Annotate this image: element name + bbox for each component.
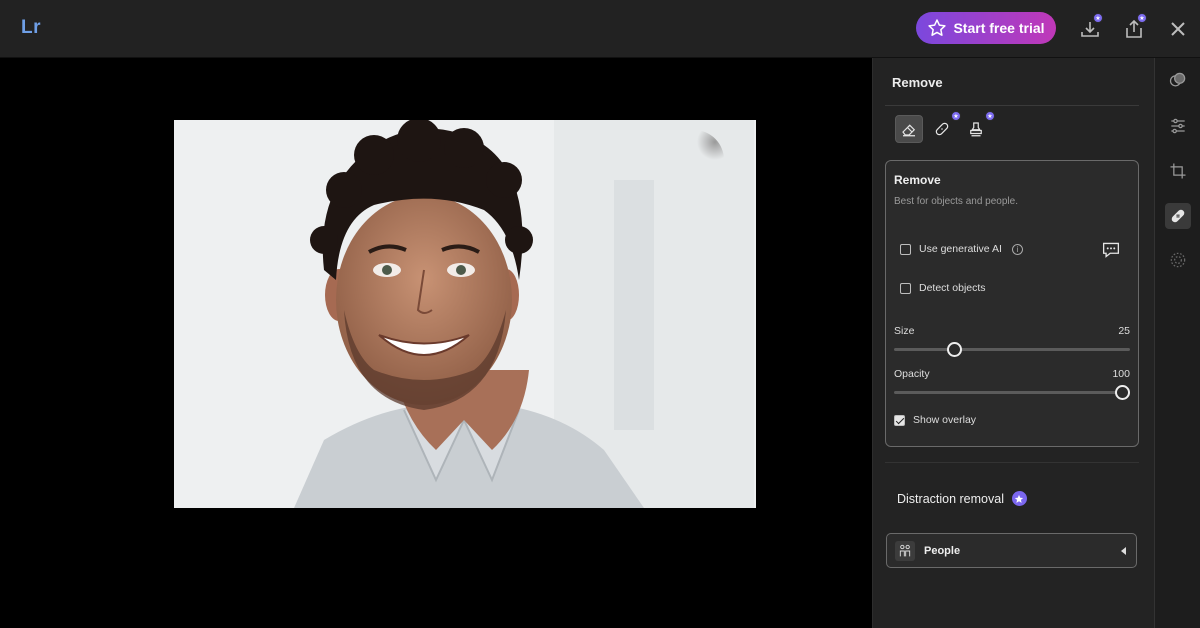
- presets-icon: [1169, 72, 1186, 87]
- opacity-slider-track[interactable]: [894, 391, 1130, 394]
- eraser-icon: [902, 124, 916, 137]
- edit-button[interactable]: [1165, 113, 1191, 139]
- detect-objects-row: Detect objects: [900, 282, 986, 294]
- card-description: Best for objects and people.: [894, 196, 1018, 207]
- size-value: 25: [1118, 325, 1130, 337]
- lightroom-logo: Lr: [21, 17, 41, 38]
- opacity-value: 100: [1112, 368, 1130, 380]
- show-overlay-checkbox[interactable]: [894, 414, 905, 426]
- remove-panel: Remove ★ ★ Remove Best for objects and p…: [872, 58, 1154, 628]
- show-overlay-row: Show overlay: [894, 414, 976, 426]
- star-icon: [928, 19, 947, 36]
- start-free-trial-label: Start free trial: [953, 20, 1045, 36]
- premium-star-icon: [1011, 491, 1027, 506]
- portrait-image: [174, 120, 756, 508]
- remove-options-card: Remove Best for objects and people. Use …: [885, 160, 1139, 447]
- share-button[interactable]: ★: [1122, 13, 1147, 41]
- expand-caret-icon[interactable]: [1121, 547, 1126, 555]
- people-removal-row[interactable]: People: [886, 533, 1137, 568]
- divider: [885, 462, 1139, 463]
- remove-button[interactable]: [1165, 203, 1191, 229]
- show-overlay-label: Show overlay: [913, 414, 977, 426]
- size-label: Size: [894, 325, 915, 337]
- generative-ai-checkbox[interactable]: [900, 243, 911, 255]
- download-button[interactable]: ★: [1078, 13, 1103, 41]
- photo-portrait[interactable]: [174, 120, 756, 508]
- distraction-removal-header: Distraction removal: [897, 491, 1027, 506]
- stamp-icon: [970, 122, 982, 137]
- feedback-chat-icon[interactable]: [1101, 241, 1121, 259]
- close-button[interactable]: [1166, 17, 1190, 41]
- close-icon: [1171, 22, 1185, 36]
- generative-ai-row: Use generative AI i: [900, 243, 1023, 255]
- card-title: Remove: [894, 173, 941, 187]
- panel-title: Remove: [892, 75, 943, 90]
- start-free-trial-button[interactable]: Start free trial: [916, 12, 1056, 44]
- bandage-icon: [935, 122, 949, 136]
- opacity-label: Opacity: [894, 368, 930, 380]
- masking-icon: [1170, 252, 1186, 268]
- masking-button[interactable]: [1165, 247, 1191, 273]
- crop-icon: [1170, 163, 1186, 179]
- premium-badge: ★: [951, 111, 961, 121]
- opacity-slider-thumb[interactable]: [1115, 385, 1130, 400]
- people-label: People: [924, 544, 961, 557]
- detect-objects-checkbox[interactable]: [900, 282, 911, 294]
- info-icon[interactable]: i: [1011, 243, 1023, 255]
- size-slider-thumb[interactable]: [947, 342, 962, 357]
- heal-tool-button[interactable]: ★: [928, 111, 961, 143]
- people-icon: [895, 540, 915, 561]
- size-slider-track[interactable]: [894, 348, 1130, 351]
- adjust-sliders-icon: [1171, 118, 1185, 134]
- clone-tool-button[interactable]: ★: [962, 111, 995, 143]
- presets-button[interactable]: [1165, 67, 1191, 93]
- premium-badge: ★: [1137, 13, 1147, 23]
- remove-tool-button[interactable]: [895, 115, 923, 143]
- detect-objects-label: Detect objects: [919, 282, 986, 294]
- heal-icon: [1171, 209, 1185, 223]
- divider: [885, 105, 1139, 106]
- distraction-removal-title: Distraction removal: [897, 491, 1004, 506]
- premium-badge: ★: [985, 111, 995, 121]
- crop-button[interactable]: [1165, 158, 1191, 184]
- generative-ai-label: Use generative AI: [919, 243, 1002, 255]
- image-canvas[interactable]: [0, 58, 872, 628]
- premium-badge: ★: [1093, 13, 1103, 23]
- top-bar: Lr Start free trial ★ ★: [0, 0, 1200, 58]
- tool-rail: [1154, 58, 1200, 628]
